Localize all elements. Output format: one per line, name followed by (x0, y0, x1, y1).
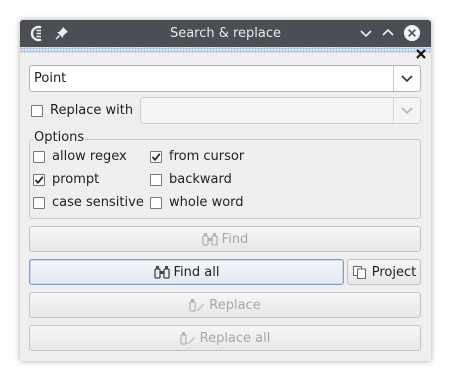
project-label: Project (371, 264, 417, 280)
replace-button[interactable]: Replace (29, 292, 421, 318)
close-icon[interactable] (403, 24, 421, 42)
from-cursor-label: from cursor (169, 149, 245, 164)
dock-grip[interactable] (20, 47, 431, 53)
backward-checkbox[interactable] (150, 174, 162, 186)
prompt-label: prompt (52, 172, 100, 187)
find-all-button[interactable]: Find all (29, 259, 344, 285)
allow-regex-checkbox[interactable] (33, 151, 45, 163)
dock-close-icon[interactable] (415, 48, 427, 60)
checkmark-icon (34, 176, 44, 185)
copy-icon (352, 266, 366, 279)
from-cursor-checkbox[interactable] (150, 151, 162, 163)
backward-label: backward (169, 172, 232, 187)
replace-all-button[interactable]: Replace all (29, 325, 421, 351)
replace-label: Replace (209, 297, 261, 313)
whole-word-checkbox[interactable] (150, 197, 162, 209)
find-label: Find (221, 231, 249, 247)
replace-all-label: Replace all (199, 330, 271, 346)
maximize-icon[interactable] (379, 24, 397, 42)
options-title: Options (33, 130, 86, 146)
replace-icon (189, 299, 205, 312)
prompt-checkbox[interactable] (33, 174, 45, 186)
minimize-icon[interactable] (357, 24, 375, 42)
binoculars-icon (202, 233, 218, 246)
chevron-down-icon (401, 74, 413, 82)
find-all-label: Find all (173, 264, 220, 280)
checkmark-icon (151, 153, 161, 162)
whole-word-label: whole word (169, 195, 244, 210)
replace-input[interactable] (140, 97, 421, 124)
binoculars-icon (153, 266, 170, 279)
replace-icon (180, 332, 195, 345)
case-sensitive-label: case sensitive (52, 195, 144, 210)
title-bar: Search & replace (20, 20, 431, 47)
replace-with-checkbox[interactable] (31, 105, 43, 117)
project-button[interactable]: Project (347, 259, 421, 285)
case-sensitive-checkbox[interactable] (33, 197, 45, 209)
chevron-down-icon (401, 106, 413, 114)
replace-dropdown-button[interactable] (393, 98, 420, 123)
search-replace-window: Search & replace Point Replace with Opti… (20, 20, 431, 361)
replace-with-label: Replace with (50, 103, 134, 118)
search-value: Point (34, 71, 67, 86)
search-dropdown-button[interactable] (393, 66, 420, 91)
find-button[interactable]: Find (29, 226, 421, 252)
allow-regex-label: allow regex (52, 149, 127, 164)
search-input[interactable]: Point (29, 65, 421, 92)
